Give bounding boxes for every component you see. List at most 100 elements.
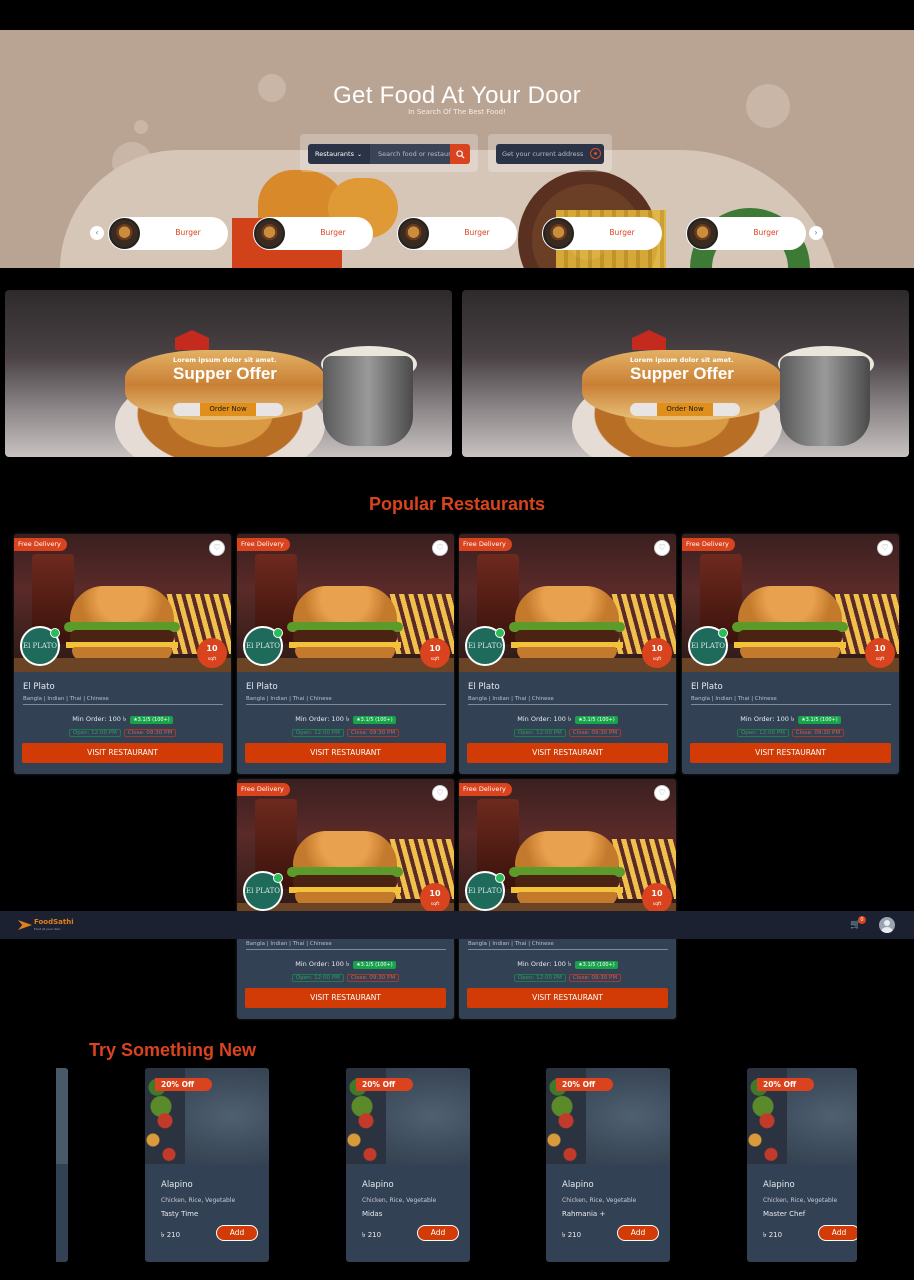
- restaurant-card[interactable]: Free Delivery♡El PLATO10sqftEl PlatoBang…: [459, 779, 676, 1019]
- restaurant-cuisine: Bangla | Indian | Thai | Chinese: [246, 941, 446, 950]
- user-avatar-icon[interactable]: [879, 917, 895, 933]
- discount-unit: sqft: [652, 657, 662, 662]
- order-now-button[interactable]: Order Now: [173, 403, 283, 416]
- category-label: Burger: [609, 228, 635, 237]
- search-input[interactable]: [370, 144, 450, 164]
- restaurant-cuisine: Bangla | Indian | Thai | Chinese: [691, 696, 891, 705]
- min-order: Min Order: 100 ৳ ★3.1/5 (100+): [237, 714, 454, 725]
- rating-badge: ★3.1/5 (100+): [798, 716, 841, 724]
- min-order-text: Min Order: 100 ৳: [295, 960, 350, 968]
- discount-badge: 10 sqft: [865, 638, 895, 668]
- visit-restaurant-button[interactable]: VISIT RESTAURANT: [690, 743, 891, 763]
- category-prev-button[interactable]: ‹: [90, 226, 104, 240]
- restaurant-card[interactable]: Free Delivery♡El PLATO10sqftEl PlatoBang…: [14, 534, 231, 774]
- add-to-cart-button[interactable]: Add: [818, 1225, 857, 1241]
- navbar: FoodSathi Food at your door 🛒 0: [0, 911, 914, 939]
- offer-title: Supper Offer: [630, 364, 734, 383]
- search-icon: [455, 149, 465, 159]
- restaurant-logo: El PLATO: [465, 871, 505, 911]
- offer-tagline: Lorem ipsum dolor sit amet.: [173, 356, 277, 364]
- order-now-button[interactable]: Order Now: [630, 403, 740, 416]
- favorite-heart-icon[interactable]: ♡: [654, 540, 670, 556]
- free-delivery-badge: Free Delivery: [682, 538, 735, 551]
- discount-value: 10: [651, 644, 663, 653]
- visit-restaurant-button[interactable]: VISIT RESTAURANT: [467, 743, 668, 763]
- hero-banner: Get Food At Your Door In Search Of The B…: [0, 30, 914, 268]
- discount-value: 10: [429, 644, 441, 653]
- cart-count-badge: 0: [858, 916, 866, 924]
- free-delivery-badge: Free Delivery: [14, 538, 67, 551]
- product-name: Alapino: [562, 1180, 594, 1190]
- restaurant-card[interactable]: Free Delivery♡El PLATO10sqftEl PlatoBang…: [237, 534, 454, 774]
- product-card[interactable]: 20% Off Alapino Chicken, Rice, Vegetable Mi…: [346, 1068, 470, 1262]
- product-card[interactable]: 20% Off Alapino Chicken, Rice, Vegetable Ma…: [747, 1068, 857, 1262]
- burger-icon: [109, 218, 140, 249]
- close-time: Close: 09:30 PM: [346, 974, 400, 982]
- category-pill[interactable]: Burger: [253, 217, 373, 250]
- visit-restaurant-button[interactable]: VISIT RESTAURANT: [22, 743, 223, 763]
- favorite-heart-icon[interactable]: ♡: [209, 540, 225, 556]
- discount-unit: sqft: [875, 657, 885, 662]
- order-now-label: Order Now: [657, 403, 713, 416]
- address-input[interactable]: [496, 144, 604, 164]
- add-to-cart-button[interactable]: Add: [216, 1225, 258, 1241]
- discount-value: 10: [874, 644, 886, 653]
- restaurant-card[interactable]: Free Delivery♡El PLATO10sqftEl PlatoBang…: [682, 534, 899, 774]
- product-description: Chicken, Rice, Vegetable: [362, 1197, 437, 1204]
- hero-subtitle: In Search Of The Best Food!: [408, 108, 506, 116]
- category-pill[interactable]: Burger: [397, 217, 517, 250]
- favorite-heart-icon[interactable]: ♡: [654, 785, 670, 801]
- hero-title: Get Food At Your Door: [333, 82, 581, 109]
- min-order: Min Order: 100 ৳ ★3.1/5 (100+): [459, 959, 676, 970]
- category-pill[interactable]: Burger: [108, 217, 228, 250]
- visit-restaurant-button[interactable]: VISIT RESTAURANT: [467, 988, 668, 1008]
- category-pill[interactable]: Burger: [686, 217, 806, 250]
- restaurant-card[interactable]: Free Delivery♡El PLATO10sqftEl PlatoBang…: [459, 534, 676, 774]
- min-order: Min Order: 100 ৳ ★3.1/5 (100+): [682, 714, 899, 725]
- search-type-select[interactable]: Restaurants ⌄: [308, 144, 370, 164]
- rating-badge: ★3.1/5 (100+): [575, 961, 618, 969]
- burger-illustration: [515, 831, 619, 871]
- offer-banner[interactable]: Lorem ipsum dolor sit amet. Supper Offer…: [462, 290, 909, 457]
- rating-badge: ★3.1/5 (100+): [353, 716, 396, 724]
- discount-value: 10: [651, 889, 663, 898]
- address-bar: [488, 134, 612, 172]
- favorite-heart-icon[interactable]: ♡: [432, 540, 448, 556]
- burger-illustration: [70, 586, 174, 626]
- restaurant-name: El Plato: [23, 682, 55, 692]
- logo-icon: [18, 920, 32, 930]
- restaurant-logo: El PLATO: [20, 626, 60, 666]
- category-next-button[interactable]: ›: [809, 226, 823, 240]
- burger-illustration: [515, 586, 619, 626]
- favorite-heart-icon[interactable]: ♡: [432, 785, 448, 801]
- offer-banner[interactable]: Lorem ipsum dolor sit amet. Supper Offer…: [5, 290, 452, 457]
- product-price: ৳ 210: [362, 1231, 382, 1239]
- free-delivery-badge: Free Delivery: [459, 783, 512, 796]
- location-target-icon[interactable]: [590, 148, 601, 159]
- favorite-heart-icon[interactable]: ♡: [877, 540, 893, 556]
- burger-icon: [687, 218, 718, 249]
- product-card[interactable]: 20% Off Alapino Chicken, Rice, Vegetable Ra…: [546, 1068, 670, 1262]
- logo-text: FoodSathi: [34, 918, 74, 926]
- burger-illustration: [293, 586, 397, 626]
- discount-value: 10: [429, 889, 441, 898]
- add-to-cart-button[interactable]: Add: [417, 1225, 459, 1241]
- product-restaurant: Master Chef: [763, 1210, 806, 1218]
- discount-unit: sqft: [207, 657, 217, 662]
- restaurant-card[interactable]: Free Delivery♡El PLATO10sqftEl PlatoBang…: [237, 779, 454, 1019]
- restaurant-logo: El PLATO: [688, 626, 728, 666]
- discount-unit: sqft: [652, 902, 662, 907]
- search-button[interactable]: [450, 144, 470, 164]
- order-now-label: Order Now: [200, 403, 256, 416]
- opening-hours: Open: 12:00 PM Close: 09:30 PM: [682, 729, 899, 737]
- visit-restaurant-button[interactable]: VISIT RESTAURANT: [245, 743, 446, 763]
- burger-icon: [543, 218, 574, 249]
- visit-restaurant-button[interactable]: VISIT RESTAURANT: [245, 988, 446, 1008]
- category-pill[interactable]: Burger: [542, 217, 662, 250]
- rating-badge: ★3.1/5 (100+): [353, 961, 396, 969]
- opening-hours: Open: 12:00 PM Close: 09:30 PM: [459, 974, 676, 982]
- product-price: ৳ 210: [763, 1231, 783, 1239]
- site-logo[interactable]: FoodSathi Food at your door: [18, 918, 74, 932]
- product-card[interactable]: 20% Off Alapino Chicken, Rice, Vegetable Ta…: [145, 1068, 269, 1262]
- add-to-cart-button[interactable]: Add: [617, 1225, 659, 1241]
